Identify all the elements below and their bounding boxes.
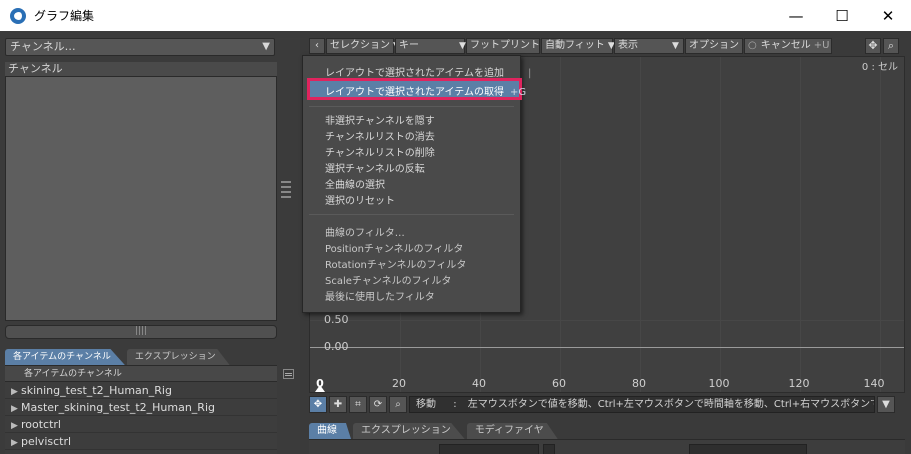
x-axis: 0 20 40 60 80 100 120 140 <box>309 377 905 391</box>
menu-item-delete-channel-list[interactable]: チャンネルリストの削除 <box>325 144 435 159</box>
menu-item-get-layout-selection[interactable]: レイアウトで選択されたアイテムの取得 +G <box>325 83 526 98</box>
y-tick-label: 0.50 <box>324 313 349 326</box>
curve-properties-panel <box>309 439 905 454</box>
y-tick-label: 0.00 <box>324 340 349 353</box>
tab-expression[interactable]: エクスプレッション <box>353 423 465 439</box>
cancel-button[interactable]: ○ キャンセル +U <box>744 38 832 54</box>
item-list: 各アイテムのチャンネル ▶ skining_test_t2_Human_Rig ▶… <box>5 365 277 454</box>
frame-readout: 0 : セル <box>861 62 898 73</box>
status-hint: 左マウスボタンで値を移動、Ctrl+左マウスボタンで時間軸を移動、Ctrl+右マ… <box>467 398 875 410</box>
x-tick-label: 120 <box>788 377 810 390</box>
menu-item-invert-selection[interactable]: 選択チャンネルの反転 <box>325 160 425 175</box>
menu-item-last-filter[interactable]: 最後に使用したフィルタ <box>325 288 435 303</box>
chevron-down-icon: ▼ <box>672 41 679 51</box>
chevron-down-icon[interactable]: ▼ <box>877 395 895 413</box>
list-item[interactable]: ▶ Master_skining_test_t2_Human_Rig <box>5 399 277 416</box>
selection-menu[interactable]: セレクション▼ <box>326 38 400 54</box>
move-icon[interactable]: ✥ <box>865 38 881 54</box>
options-menu[interactable]: オプション <box>685 38 743 54</box>
move-tool-icon[interactable]: ✥ <box>309 395 327 413</box>
close-button[interactable]: ✕ <box>865 0 911 31</box>
channel-dropdown-value: チャンネル… <box>10 40 76 53</box>
tab-item-channels[interactable]: 各アイテムのチャンネル <box>5 349 125 365</box>
radio-dot: ○ <box>748 40 757 51</box>
list-item[interactable]: ▶ rootctrl <box>5 416 277 433</box>
bottom-tabs: 曲線 エクスプレッション モディファイヤ <box>309 423 560 439</box>
menu-item-position-filter[interactable]: Positionチャンネルのフィルタ <box>325 240 463 255</box>
list-item[interactable]: ▶ pelvisctrl <box>5 433 277 450</box>
menu-item-rotation-filter[interactable]: Rotationチャンネルのフィルタ <box>325 256 466 271</box>
menu-item-add-layout-selection[interactable]: レイアウトで選択されたアイテムを追加 | <box>325 64 531 79</box>
menu-item-hide-unselected[interactable]: 非選択チャンネルを隠す <box>325 112 435 127</box>
zoom-icon[interactable]: ⌕ <box>389 395 407 413</box>
back-button[interactable]: ‹ <box>309 38 325 54</box>
list-item[interactable]: ▶ skining_test_t2_Human_Rig <box>5 382 277 399</box>
app-logo-icon <box>10 7 26 24</box>
selection-context-menu: レイアウトで選択されたアイテムを追加 | レイアウトで選択されたアイテムの取得 +G… <box>302 55 531 313</box>
refresh-icon[interactable]: ⟳ <box>369 395 387 413</box>
x-tick-label: 0 <box>316 377 324 390</box>
minimize-button[interactable]: — <box>773 0 819 31</box>
tab-modifier[interactable]: モディファイヤ <box>466 423 558 439</box>
property-spinner[interactable] <box>543 444 555 454</box>
cut-icon[interactable]: ⌗ <box>349 395 367 413</box>
zoom-icon[interactable]: ⌕ <box>883 38 899 54</box>
status-bar: 移動 : 左マウスボタンで値を移動、Ctrl+左マウスボタンで時間軸を移動、Ct… <box>409 395 875 413</box>
chevron-down-icon: ▼ <box>459 41 466 51</box>
tab-curves[interactable]: 曲線 <box>309 423 351 439</box>
channel-list-header: チャンネル <box>5 62 277 76</box>
menu-item-select-all-curves[interactable]: 全曲線の選択 <box>325 176 385 191</box>
tab-expressions[interactable]: エクスプレッション <box>126 349 230 365</box>
menu-item-clear-channel-list[interactable]: チャンネルリストの消去 <box>325 128 435 143</box>
property-field[interactable] <box>439 444 539 454</box>
zero-line <box>310 347 904 348</box>
panel-splitter-handle[interactable] <box>281 181 291 201</box>
graph-toolbar: ‹ セレクション▼ キー▼ フットプリント▼ 自動フィット▼ 表示▼ オプション… <box>309 38 866 54</box>
x-tick-label: 80 <box>632 377 646 390</box>
channel-list[interactable] <box>5 76 277 321</box>
menu-item-reset-selection[interactable]: 選択のリセット <box>325 192 395 207</box>
scrollbar-grip: |||| <box>134 326 148 336</box>
highlighted-menu-item[interactable]: レイアウトで選択されたアイテムの取得 +G <box>307 78 526 100</box>
x-tick-label: 20 <box>392 377 406 390</box>
footprint-menu[interactable]: フットプリント▼ <box>466 38 550 54</box>
window-title: グラフ編集 <box>34 9 95 23</box>
menu-item-scale-filter[interactable]: Scaleチャンネルのフィルタ <box>325 272 451 287</box>
key-menu[interactable]: キー ▼ <box>395 38 466 54</box>
chevron-down-icon: ▼ <box>262 41 270 52</box>
left-panel: チャンネル… ▼ チャンネル |||| 各アイテムのチャンネル エクスプレッショ… <box>0 31 300 454</box>
window-titlebar: グラフ編集 — ☐ ✕ <box>0 0 911 31</box>
item-list-header: 各アイテムのチャンネル <box>5 366 277 382</box>
horizontal-scrollbar[interactable]: |||| <box>5 325 277 339</box>
x-tick-label: 60 <box>552 377 566 390</box>
menu-item-curve-filter[interactable]: 曲線のフィルタ… <box>325 224 405 239</box>
maximize-button[interactable]: ☐ <box>819 0 865 31</box>
expand-arrow-icon[interactable]: ▶ <box>11 435 21 452</box>
list-menu-icon[interactable] <box>283 369 294 379</box>
autofit-menu[interactable]: 自動フィット ▼ <box>541 38 615 54</box>
tool-mode: 移動 <box>416 398 436 410</box>
menu-separator <box>309 214 514 215</box>
x-tick-label: 140 <box>863 377 885 390</box>
left-tabs: 各アイテムのチャンネル エクスプレッション <box>5 349 232 365</box>
x-tick-label: 100 <box>708 377 730 390</box>
x-tick-label: 40 <box>472 377 486 390</box>
bottom-toolbar: ✥ ✚ ⌗ ⟳ ⌕ 移動 : 左マウスボタンで値を移動、Ctrl+左マウスボタン… <box>309 395 909 413</box>
display-menu[interactable]: 表示 ▼ <box>614 38 684 54</box>
channel-dropdown[interactable]: チャンネル… ▼ <box>5 38 275 56</box>
menu-separator <box>309 106 514 107</box>
property-dropdown[interactable] <box>689 444 807 454</box>
add-key-icon[interactable]: ✚ <box>329 395 347 413</box>
